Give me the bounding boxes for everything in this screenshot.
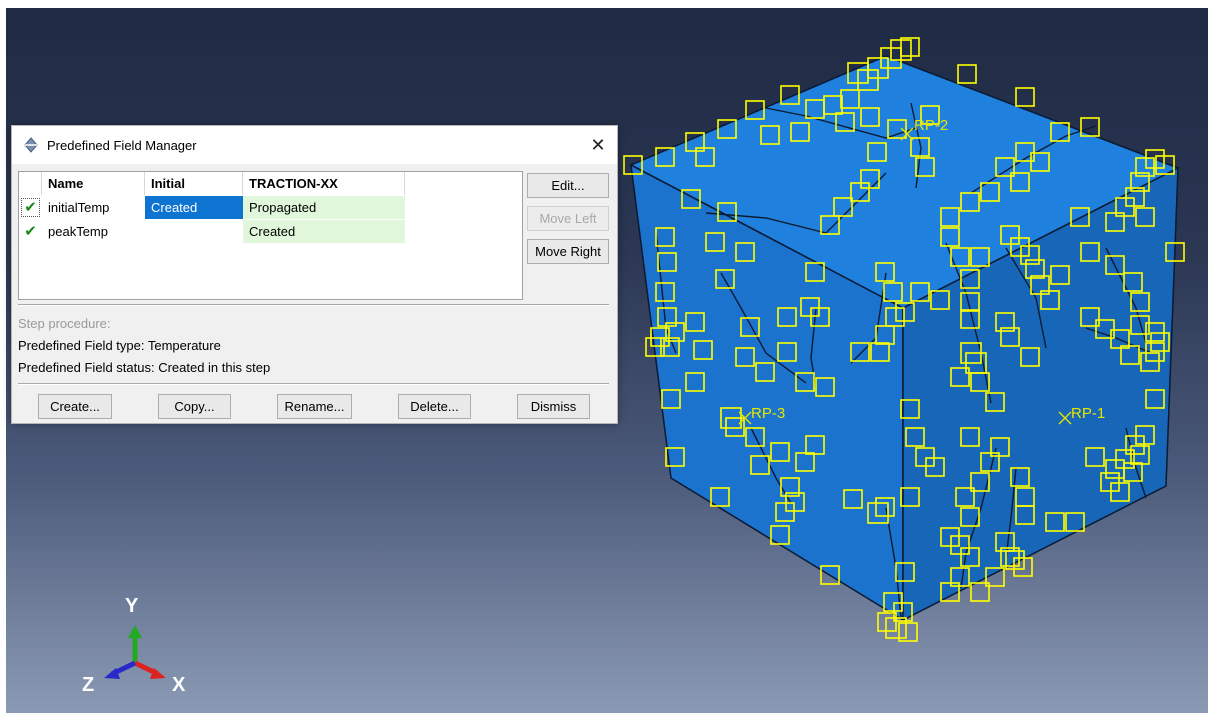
rp-3-label: RP-3	[751, 405, 785, 422]
divider	[18, 383, 609, 385]
header-initial[interactable]: Initial	[145, 172, 243, 195]
rp-1-label: RP-1	[1071, 405, 1105, 422]
move-right-button[interactable]: Move Right	[527, 239, 609, 264]
table-header-row: Name Initial TRACTION-XX	[19, 172, 522, 195]
copy-button[interactable]: Copy...	[158, 394, 231, 419]
table-row[interactable]: ✔ peakTemp Created	[19, 220, 522, 243]
dismiss-button[interactable]: Dismiss	[517, 394, 590, 419]
row-name[interactable]: initialTemp	[42, 196, 145, 219]
row-traction-status[interactable]: Created	[243, 220, 405, 243]
row-initial-status[interactable]	[145, 220, 243, 243]
field-status-text: Predefined Field status: Created in this…	[18, 360, 271, 375]
delete-button[interactable]: Delete...	[398, 394, 471, 419]
close-button[interactable]: ✕	[585, 132, 611, 158]
active-check-icon[interactable]: ✔	[19, 196, 42, 219]
row-name[interactable]: peakTemp	[42, 220, 145, 243]
active-check-icon[interactable]: ✔	[19, 220, 42, 243]
header-check-cell	[19, 172, 42, 195]
header-empty	[405, 172, 522, 195]
row-traction-status[interactable]: Propagated	[243, 196, 405, 219]
z-axis-label: Z	[82, 674, 94, 696]
table-row[interactable]: ✔ initialTemp Created Propagated	[19, 196, 522, 219]
y-axis-label: Y	[125, 595, 139, 617]
header-traction-xx[interactable]: TRACTION-XX	[243, 172, 405, 195]
move-left-button[interactable]: Move Left	[527, 206, 609, 231]
axis-triad: Y X Z	[82, 595, 186, 696]
field-type-text: Predefined Field type: Temperature	[18, 338, 221, 353]
edit-button[interactable]: Edit...	[527, 173, 609, 198]
step-procedure-label: Step procedure:	[18, 316, 111, 331]
predefined-field-icon	[24, 137, 38, 153]
dialog-titlebar[interactable]: Predefined Field Manager ✕	[12, 126, 617, 164]
predefined-field-manager-dialog: Predefined Field Manager ✕ Name Initial …	[11, 125, 618, 424]
rp-2-label: RP-2	[914, 117, 948, 134]
create-button[interactable]: Create...	[38, 394, 112, 419]
predefined-field-table: Name Initial TRACTION-XX ✔ initialTemp C…	[18, 171, 523, 300]
x-axis-label: X	[172, 674, 186, 696]
rename-button[interactable]: Rename...	[277, 394, 352, 419]
row-initial-status[interactable]: Created	[145, 196, 243, 219]
header-name[interactable]: Name	[42, 172, 145, 195]
dialog-title: Predefined Field Manager	[47, 138, 197, 153]
divider	[18, 304, 609, 306]
